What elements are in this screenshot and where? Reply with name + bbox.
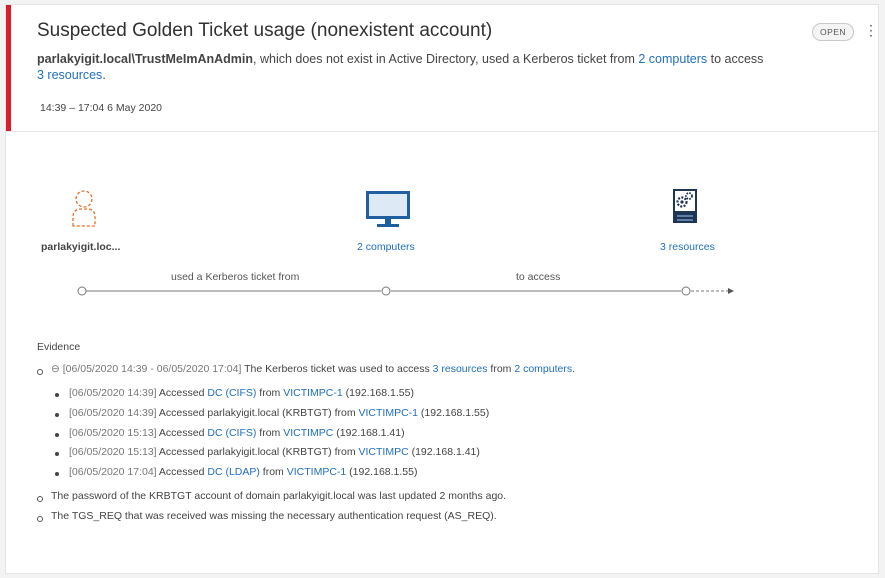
item-text: Accessed bbox=[156, 387, 208, 399]
alert-summary: parlakyigit.local\TrustMeImAnAdmin, whic… bbox=[37, 51, 797, 83]
diagram-node-computers[interactable]: 2 computers bbox=[357, 241, 415, 253]
item-text: Accessed bbox=[156, 427, 208, 439]
computer-link[interactable]: VICTIMPC bbox=[359, 446, 409, 458]
computers-link[interactable]: 2 computers bbox=[514, 363, 572, 375]
evidence-group-text: . bbox=[572, 363, 576, 375]
item-time: [06/05/2020 14:39] bbox=[69, 407, 157, 419]
status-badge: OPEN bbox=[812, 23, 854, 41]
user-icon bbox=[72, 190, 96, 227]
evidence-group-text: from bbox=[487, 363, 515, 375]
monitor-icon bbox=[366, 191, 410, 227]
resource-link[interactable]: DC (CIFS) bbox=[207, 387, 256, 399]
evidence-group: ⊖ [06/05/2020 14:39 - 06/05/2020 17:04] … bbox=[51, 363, 575, 375]
item-ip: (192.168.1.41) bbox=[333, 427, 405, 439]
alert-header: Suspected Golden Ticket usage (nonexiste… bbox=[6, 5, 878, 132]
evidence-title: Evidence bbox=[37, 341, 81, 353]
time-range: 14:39 – 17:04 6 May 2020 bbox=[40, 102, 163, 114]
diagram-node-account: parlakyigit.loc... bbox=[41, 241, 121, 253]
evidence-item: [06/05/2020 14:39] Accessed DC (CIFS) fr… bbox=[69, 387, 414, 399]
more-options-icon[interactable]: ⋮ bbox=[864, 22, 878, 38]
evidence-item: [06/05/2020 17:04] Accessed DC (LDAP) fr… bbox=[69, 466, 417, 478]
item-text: Accessed bbox=[156, 407, 208, 419]
bullet bbox=[37, 516, 43, 522]
computer-link[interactable]: VICTIMPC-1 bbox=[283, 387, 343, 399]
item-ip: (192.168.1.55) bbox=[418, 407, 490, 419]
evidence-group-text: The Kerberos ticket was used to access bbox=[241, 363, 433, 375]
item-text: from bbox=[259, 466, 287, 478]
item-text: from bbox=[331, 407, 359, 419]
item-time: [06/05/2020 14:39] bbox=[69, 387, 157, 399]
bullet bbox=[55, 452, 59, 456]
evidence-item: [06/05/2020 15:13] Accessed parlakyigit.… bbox=[69, 446, 480, 458]
item-ip: (192.168.1.41) bbox=[408, 446, 480, 458]
item-text: Accessed bbox=[156, 466, 208, 478]
item-text: from bbox=[256, 387, 284, 399]
item-ip: (192.168.1.55) bbox=[342, 387, 414, 399]
computer-link[interactable]: VICTIMPC-1 bbox=[287, 466, 347, 478]
bullet bbox=[37, 496, 43, 502]
resource-link[interactable]: DC (CIFS) bbox=[207, 427, 256, 439]
bullet bbox=[37, 369, 43, 375]
diagram-node-resources[interactable]: 3 resources bbox=[660, 241, 715, 253]
evidence-note: The password of the KRBTGT account of do… bbox=[51, 490, 507, 502]
item-text: from bbox=[256, 427, 284, 439]
computer-link[interactable]: VICTIMPC bbox=[283, 427, 333, 439]
item-time: [06/05/2020 17:04] bbox=[69, 466, 157, 478]
bullet bbox=[55, 433, 59, 437]
item-text: from bbox=[331, 446, 359, 458]
server-gear-icon bbox=[673, 189, 697, 223]
alert-title: Suspected Golden Ticket usage (nonexiste… bbox=[37, 20, 493, 41]
evidence-note: The TGS_REQ that was received was missin… bbox=[51, 510, 497, 522]
summary-text: , which does not exist in Active Directo… bbox=[253, 52, 639, 66]
item-time: [06/05/2020 15:13] bbox=[69, 446, 157, 458]
severity-bar bbox=[6, 5, 11, 131]
summary-text: to access bbox=[707, 52, 764, 66]
bullet bbox=[55, 472, 59, 476]
item-ip: (192.168.1.55) bbox=[346, 466, 418, 478]
alert-card: Suspected Golden Ticket usage (nonexiste… bbox=[5, 4, 879, 574]
evidence-item: [06/05/2020 15:13] Accessed DC (CIFS) fr… bbox=[69, 427, 405, 439]
resources-link[interactable]: 3 resources bbox=[433, 363, 488, 375]
item-time: [06/05/2020 15:13] bbox=[69, 427, 157, 439]
summary-text: . bbox=[102, 68, 106, 82]
computers-link[interactable]: 2 computers bbox=[638, 52, 707, 66]
resources-link[interactable]: 3 resources bbox=[37, 68, 102, 82]
evidence-item: [06/05/2020 14:39] Accessed parlakyigit.… bbox=[69, 407, 489, 419]
bullet bbox=[55, 393, 59, 397]
resource-name: parlakyigit.local (KRBTGT) bbox=[207, 446, 332, 458]
computer-link[interactable]: VICTIMPC-1 bbox=[359, 407, 419, 419]
account-name: parlakyigit.local\TrustMeImAnAdmin bbox=[37, 52, 254, 66]
evidence-group-time: [06/05/2020 14:39 - 06/05/2020 17:04] bbox=[62, 363, 242, 375]
resource-link[interactable]: DC (LDAP) bbox=[207, 466, 260, 478]
flow-line bbox=[77, 286, 734, 296]
item-text: Accessed bbox=[156, 446, 208, 458]
collapse-icon[interactable]: ⊖ bbox=[51, 363, 60, 375]
resource-name: parlakyigit.local (KRBTGT) bbox=[207, 407, 332, 419]
bullet bbox=[55, 413, 59, 417]
